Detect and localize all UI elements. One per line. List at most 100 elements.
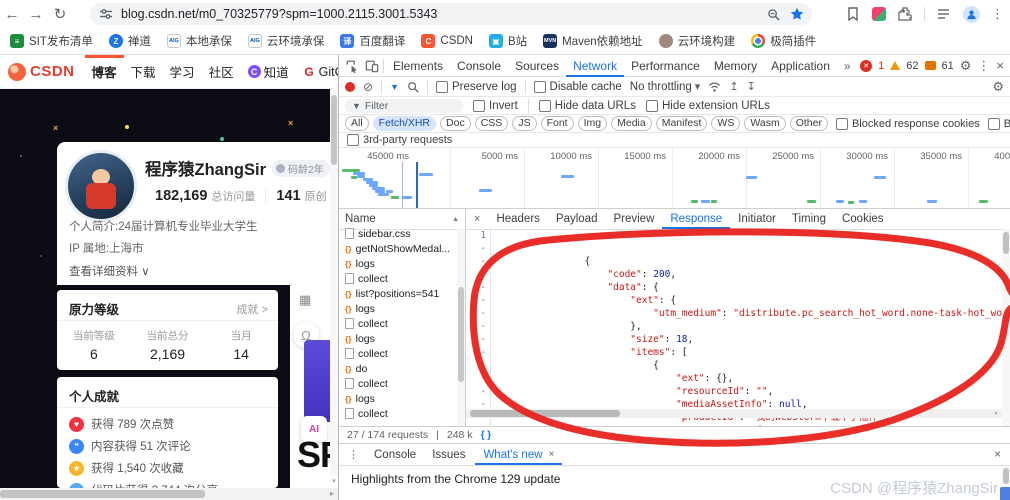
disable-cache-checkbox[interactable]: Disable cache — [534, 81, 622, 93]
export-har-icon[interactable]: ↧ — [747, 80, 756, 93]
blocked-requests-checkbox[interactable]: Blocked requests — [988, 118, 1010, 130]
error-count[interactable]: 1 — [878, 60, 884, 72]
user-name[interactable]: 程序猿ZhangSir — [145, 156, 266, 180]
devtools-settings-icon[interactable]: ⚙ — [960, 58, 972, 74]
hide-extension-urls-checkbox[interactable]: Hide extension URLs — [646, 100, 770, 112]
request-row[interactable]: logs — [339, 256, 465, 271]
close-whats-new-icon[interactable]: × — [549, 449, 555, 460]
detail-tab[interactable]: Initiator — [730, 209, 784, 229]
page-vertical-scrollbar-thumb[interactable] — [331, 95, 337, 165]
bookmark-item[interactable]: Z 禅道 — [109, 33, 151, 49]
user-avatar[interactable] — [65, 150, 137, 222]
type-chip[interactable]: All — [345, 116, 369, 131]
response-scroll-right-arrow[interactable]: ▸ — [992, 409, 1001, 418]
detail-tab[interactable]: Timing — [784, 209, 834, 229]
request-row[interactable]: collect — [339, 346, 465, 361]
bookmark-item[interactable]: ≡ SIT发布清单 — [10, 33, 93, 49]
throttling-dropdown[interactable]: No throttling▾ — [630, 80, 701, 93]
type-chip[interactable]: Fetch/XHR — [373, 116, 436, 131]
filter-toggle-icon[interactable]: ▼ — [390, 82, 399, 92]
bookmark-item[interactable]: ▣ B站 — [489, 33, 527, 49]
close-detail-icon[interactable]: × — [466, 213, 488, 225]
bookmark-item[interactable]: C CSDN — [421, 34, 473, 48]
back-button[interactable]: ← — [0, 6, 24, 23]
type-chip[interactable]: CSS — [475, 116, 509, 131]
issues-badge-icon[interactable] — [925, 61, 936, 70]
reload-button[interactable]: ↻ — [48, 5, 72, 23]
detail-tab[interactable]: Payload — [548, 209, 606, 229]
request-row[interactable]: getNotShowMedal... — [339, 241, 465, 256]
pinned-extension-icon[interactable] — [872, 7, 886, 21]
network-settings-icon[interactable]: ⚙ — [992, 79, 1004, 95]
drawer-scrollbar-thumb[interactable] — [1003, 468, 1009, 484]
profile-avatar[interactable] — [963, 6, 980, 23]
request-row[interactable]: logs — [339, 301, 465, 316]
request-row[interactable]: collect — [339, 406, 465, 421]
type-chip[interactable]: Wasm — [744, 116, 785, 131]
drawer-tab[interactable]: Issues — [424, 444, 473, 465]
request-row[interactable]: logs — [339, 331, 465, 346]
devtools-tab[interactable]: Application — [764, 55, 837, 77]
name-column-header[interactable]: Name — [345, 213, 376, 225]
forward-button[interactable]: → — [24, 6, 48, 23]
close-drawer-icon[interactable]: × — [985, 449, 1010, 461]
bookmark-item[interactable]: AIG 本地承保 — [167, 33, 232, 49]
request-row[interactable]: collect — [339, 271, 465, 286]
csdn-nav-item[interactable]: 博客 — [85, 55, 124, 88]
type-chip[interactable]: Manifest — [656, 116, 708, 131]
error-badge-icon[interactable]: ✕ — [860, 60, 872, 72]
drawer-menu-icon[interactable]: ⋮ — [343, 448, 364, 461]
response-vertical-scrollbar[interactable] — [1002, 229, 1010, 426]
hide-data-urls-checkbox[interactable]: Hide data URLs — [539, 100, 636, 112]
csdn-monkey-logo-icon[interactable] — [8, 63, 26, 81]
csdn-nav-item[interactable]: G GitCode — [296, 55, 338, 88]
request-row[interactable]: collect — [339, 376, 465, 391]
type-chip[interactable]: Doc — [440, 116, 471, 131]
bookmark-star-icon[interactable] — [790, 7, 804, 21]
bookmark-item[interactable]: 极简插件 — [751, 33, 816, 49]
bookmark-item[interactable]: 译 百度翻译 — [340, 33, 405, 49]
network-overview-timeline[interactable]: 5000 ms10000 ms15000 ms20000 ms25000 ms3… — [339, 148, 1010, 209]
drawer-tab[interactable]: Console — [366, 444, 424, 465]
request-row[interactable]: do — [339, 361, 465, 376]
devtools-tab[interactable]: Elements — [386, 55, 450, 77]
side-panel-bookmark-icon[interactable] — [845, 6, 861, 22]
filter-input[interactable]: ▼ Filter — [345, 99, 463, 113]
detail-tab[interactable]: Response — [662, 209, 730, 229]
response-viewer[interactable]: 1 { - "code": 200, - — [466, 229, 1010, 426]
scroll-up-arrow[interactable]: ▲ — [452, 216, 459, 223]
request-row[interactable]: collect — [339, 316, 465, 331]
warning-badge-icon[interactable] — [890, 61, 900, 70]
devtools-close-icon[interactable]: × — [996, 58, 1004, 73]
request-row[interactable]: sidebar.css — [339, 226, 465, 241]
devtools-menu-icon[interactable]: ⋮ — [977, 58, 990, 74]
device-toolbar-icon[interactable] — [363, 58, 381, 74]
csdn-nav-item[interactable]: 社区 — [202, 55, 241, 88]
import-har-icon[interactable]: ↥ — [729, 80, 738, 93]
csdn-logo-text[interactable]: CSDN — [30, 63, 75, 80]
drawer-tab-whats-new[interactable]: What's new × — [475, 444, 562, 465]
clear-network-log-icon[interactable]: ⊘ — [363, 82, 373, 92]
type-chip[interactable]: Font — [541, 116, 574, 131]
devtools-tab[interactable]: Performance — [624, 55, 707, 77]
achievement-link[interactable]: 成就 > — [237, 301, 268, 317]
devtools-tab[interactable]: Console — [450, 55, 508, 77]
bookmark-item[interactable]: MVN Maven依赖地址 — [543, 33, 643, 49]
type-chip[interactable]: Media — [611, 116, 652, 131]
qr-code-icon[interactable]: ▦ — [299, 292, 311, 308]
issues-count[interactable]: 61 — [942, 60, 954, 72]
csdn-nav-item[interactable]: C 知道 — [241, 55, 296, 88]
more-tabs-icon[interactable]: » — [839, 59, 856, 73]
zoom-icon[interactable] — [767, 8, 780, 21]
type-chip[interactable]: Img — [578, 116, 608, 131]
blocked-cookies-checkbox[interactable]: Blocked response cookies — [836, 118, 980, 130]
record-network-log-button[interactable] — [345, 82, 355, 92]
browser-menu-icon[interactable]: ⋮ — [991, 6, 1004, 22]
site-settings-icon[interactable] — [98, 7, 114, 21]
extensions-puzzle-icon[interactable] — [897, 6, 913, 22]
scroll-right-arrow[interactable]: ▸ — [326, 488, 338, 500]
preserve-log-checkbox[interactable]: Preserve log — [436, 81, 517, 93]
third-party-checkbox[interactable]: 3rd-party requests — [347, 134, 452, 146]
url-text[interactable]: blog.csdn.net/m0_70325779?spm=1000.2115.… — [121, 7, 767, 21]
type-chip[interactable]: Other — [790, 116, 828, 131]
